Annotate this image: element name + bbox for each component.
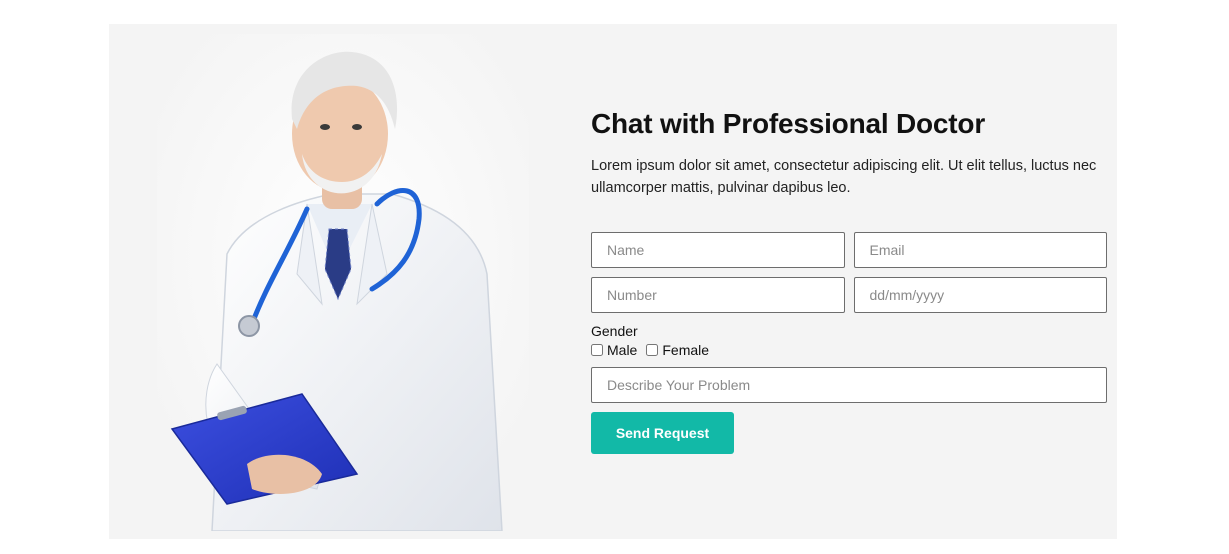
gender-options: Male Female bbox=[591, 340, 1107, 360]
send-request-button[interactable]: Send Request bbox=[591, 412, 734, 454]
female-checkbox[interactable] bbox=[646, 344, 659, 356]
gender-option-male[interactable]: Male bbox=[591, 342, 637, 358]
number-input[interactable] bbox=[591, 277, 845, 313]
male-checkbox[interactable] bbox=[591, 344, 603, 356]
gender-option-female[interactable]: Female bbox=[646, 342, 709, 358]
date-input[interactable] bbox=[853, 277, 1107, 313]
form-row-contact bbox=[591, 232, 1107, 268]
appointment-form: Gender Male Female Send Request bbox=[591, 232, 1107, 454]
email-input[interactable] bbox=[853, 232, 1107, 268]
form-row-problem bbox=[591, 367, 1107, 403]
female-label: Female bbox=[662, 342, 710, 358]
problem-input[interactable] bbox=[591, 367, 1107, 403]
contact-panel: Chat with Professional Doctor Lorem ipsu… bbox=[591, 106, 1107, 454]
name-input[interactable] bbox=[591, 232, 845, 268]
chat-doctor-section: Chat with Professional Doctor Lorem ipsu… bbox=[109, 24, 1117, 539]
gender-label: Gender bbox=[591, 323, 638, 339]
description-text: Lorem ipsum dolor sit amet, consectetur … bbox=[591, 158, 1097, 196]
doctor-photo bbox=[157, 34, 529, 531]
page-title: Chat with Professional Doctor bbox=[591, 108, 986, 139]
male-label: Male bbox=[607, 342, 638, 358]
form-row-details bbox=[591, 277, 1107, 313]
